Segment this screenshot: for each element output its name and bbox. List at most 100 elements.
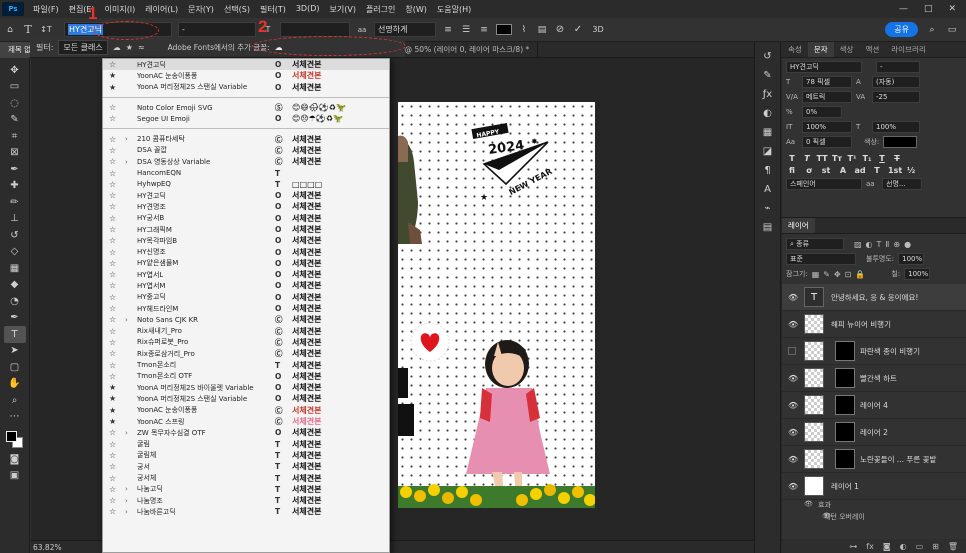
swash-button[interactable]: st	[820, 166, 832, 175]
titling-button[interactable]: ad	[854, 166, 866, 175]
add-style-icon[interactable]: fx	[866, 542, 874, 551]
font-list-item[interactable]: ★ YoonAC 스프링 Ⓒ 서체견본	[103, 416, 389, 427]
faux-bold-button[interactable]: T	[786, 154, 798, 163]
ordinals-button[interactable]: T	[871, 166, 883, 175]
font-list-item[interactable]: ☆ HY견고딕 O 서체견본	[103, 59, 389, 71]
fill-field[interactable]: 100%	[904, 268, 931, 280]
menu-item[interactable]: 이미지(I)	[100, 4, 141, 15]
quick-mask-icon[interactable]: ◙	[4, 451, 26, 468]
glyphs-icon[interactable]: ◪	[758, 143, 778, 159]
char-panel-tab[interactable]: 색상	[834, 42, 860, 57]
char-hscale-field[interactable]: 100%	[872, 121, 920, 133]
menu-item[interactable]: 플러그인	[361, 4, 400, 15]
align-left-icon[interactable]: ≡	[442, 25, 454, 35]
alternates-button[interactable]: A	[837, 166, 849, 175]
favorite-star-icon[interactable]: ☆	[109, 236, 116, 245]
font-dropdown-list[interactable]: ☆ HY견고딕 O 서체견본 ★ YoonAC 눈송이퐁퐁 O 서체견본 ★ YoonA 머리정체…	[102, 58, 390, 553]
char-tsume-field[interactable]: 0%	[802, 106, 842, 118]
font-list-item[interactable]: ☆ HY헤드라인M O 서체견본	[103, 303, 389, 314]
font-list-item[interactable]: ☆ Tmon몬소리 T 서체견본	[103, 359, 389, 370]
favorite-star-icon[interactable]: ★	[109, 406, 116, 415]
align-center-icon[interactable]: ☰	[460, 25, 472, 35]
font-list-item[interactable]: ☆ HY엽서M O 서체견본	[103, 280, 389, 291]
similar-filter-icon[interactable]: ≈	[138, 43, 145, 52]
favorite-star-icon[interactable]: ☆	[109, 451, 116, 460]
font-list-item[interactable]: ☆ HY그래픽M O 서체견본	[103, 224, 389, 235]
favorite-star-icon[interactable]: ☆	[109, 293, 116, 302]
workspace-icon[interactable]: ▭	[946, 25, 958, 35]
small-caps-button[interactable]: Tт	[831, 154, 843, 163]
warp-text-icon[interactable]: ⌇	[518, 25, 530, 35]
font-list-item[interactable]: ☆ HY엽서L O 서체견본	[103, 269, 389, 280]
favorite-star-icon[interactable]: ☆	[109, 103, 116, 112]
font-list-item[interactable]: ☆ Rix종로삼거리_Pro Ⓒ 서체견본	[103, 348, 389, 359]
favorite-star-icon[interactable]: ☆	[109, 315, 116, 324]
blend-mode-select[interactable]: 표준	[786, 253, 856, 265]
underline-button[interactable]: T	[876, 154, 888, 163]
font-list-item[interactable]: ★ YoonA 머리정체2S 스탠실 Variable O 서체견본	[103, 393, 389, 404]
visibility-eye-icon[interactable]: 👁	[788, 428, 798, 437]
layer-row[interactable]: 파란색 종이 비행기	[782, 338, 966, 365]
home-icon[interactable]: ⌂	[4, 25, 16, 35]
char-panel-tab[interactable]: 문자	[807, 42, 834, 57]
font-list-item[interactable]: ☆ › 나눔고딕 T 서체견본	[103, 484, 389, 495]
discretionary-button[interactable]: ơ	[803, 166, 815, 175]
menu-item[interactable]: 3D(D)	[291, 4, 325, 15]
char-style-field[interactable]: -	[876, 61, 920, 73]
char-color-swatch[interactable]	[883, 136, 918, 148]
visibility-eye-icon[interactable]: 👁	[788, 455, 798, 464]
delete-layer-icon[interactable]: 🗑	[948, 542, 958, 551]
layers-tab[interactable]: 레이어	[782, 218, 815, 233]
favorite-star-icon[interactable]: ☆	[109, 327, 116, 336]
path-select-icon[interactable]: ➤	[4, 343, 26, 360]
character-panel-icon[interactable]: ▤	[536, 25, 548, 35]
favorite-star-icon[interactable]: ★	[109, 71, 116, 80]
adjust-panel-icon[interactable]: ƒx	[758, 86, 778, 102]
favorite-star-icon[interactable]: ★	[109, 83, 116, 92]
crop-tool-icon[interactable]: ⌗	[4, 128, 26, 145]
font-list-item[interactable]: ☆ Rix새내기_Pro Ⓒ 서체견본	[103, 326, 389, 337]
search-icon[interactable]: ⌕	[926, 25, 938, 35]
font-list-item[interactable]: ☆ › 210 콤퓨타세탁 Ⓒ 서체견본	[103, 133, 389, 144]
favorite-star-icon[interactable]: ☆	[109, 474, 116, 483]
menu-item[interactable]: 선택(S)	[219, 4, 255, 15]
favorite-star-icon[interactable]: ☆	[109, 169, 116, 178]
char-panel-icon[interactable]: A	[758, 181, 778, 197]
layer-row[interactable]: 👁 노란꽃들이 ... 푸른 꽃밭	[782, 446, 966, 473]
favorite-star-icon[interactable]: ☆	[109, 248, 116, 257]
font-list-item[interactable]: ☆ › ZW 목무자수심결 OTF O 서체견본	[103, 427, 389, 438]
shape-tool-icon[interactable]: ▢	[4, 359, 26, 376]
adjustment-icon[interactable]: ◐	[900, 542, 907, 551]
menu-item[interactable]: 창(W)	[400, 4, 432, 15]
visibility-eye-icon[interactable]: 👁	[788, 293, 798, 302]
favorite-star-icon[interactable]: ☆	[109, 304, 116, 313]
font-list-item[interactable]: ☆ HY신명조 O 서체견본	[103, 246, 389, 257]
char-baseline-field[interactable]: 0 픽셀	[802, 136, 852, 148]
favorite-star-icon[interactable]: ☆	[109, 202, 116, 211]
char-panel-tab[interactable]: 속성	[782, 42, 808, 57]
favorite-star-icon[interactable]: ☆	[109, 146, 116, 155]
type-tool-icon[interactable]: T	[22, 23, 34, 36]
gradient-tool-icon[interactable]: ▦	[4, 260, 26, 277]
color-panel-icon[interactable]: ◐	[758, 105, 778, 121]
favorite-star-icon[interactable]: ★	[109, 417, 116, 426]
close-button[interactable]: ✕	[948, 4, 956, 14]
expand-chevron-icon[interactable]: ›	[125, 485, 128, 493]
foreground-color[interactable]	[5, 431, 17, 442]
favorite-star-icon[interactable]: ☆	[109, 191, 116, 200]
add-mask-icon[interactable]: ◙	[883, 542, 891, 551]
favorite-star-icon[interactable]: ☆	[109, 225, 116, 234]
all-caps-button[interactable]: TT	[816, 154, 828, 163]
opacity-field[interactable]: 100%	[898, 253, 925, 265]
menu-item[interactable]: 보기(V)	[325, 4, 361, 15]
layer-effect-item[interactable]: 👁 효과	[782, 500, 966, 512]
font-list-item[interactable]: ☆ 궁서체 T 서체견본	[103, 472, 389, 483]
font-list-item[interactable]: ☆ HY견명조 O 서체견본	[103, 201, 389, 212]
zoom-tool-icon[interactable]: ⌕	[4, 392, 26, 409]
font-list-item[interactable]: ☆ HY얕은샘물M O 서체견본	[103, 258, 389, 269]
font-list-item[interactable]: ☆ 궁서 T 서체견본	[103, 461, 389, 472]
link-layers-icon[interactable]: ⊶	[849, 542, 857, 551]
favorite-star-icon[interactable]: ☆	[109, 361, 116, 370]
cloud-filter-icon[interactable]: ☁	[113, 43, 121, 52]
favorite-star-icon[interactable]: ☆	[109, 259, 116, 268]
